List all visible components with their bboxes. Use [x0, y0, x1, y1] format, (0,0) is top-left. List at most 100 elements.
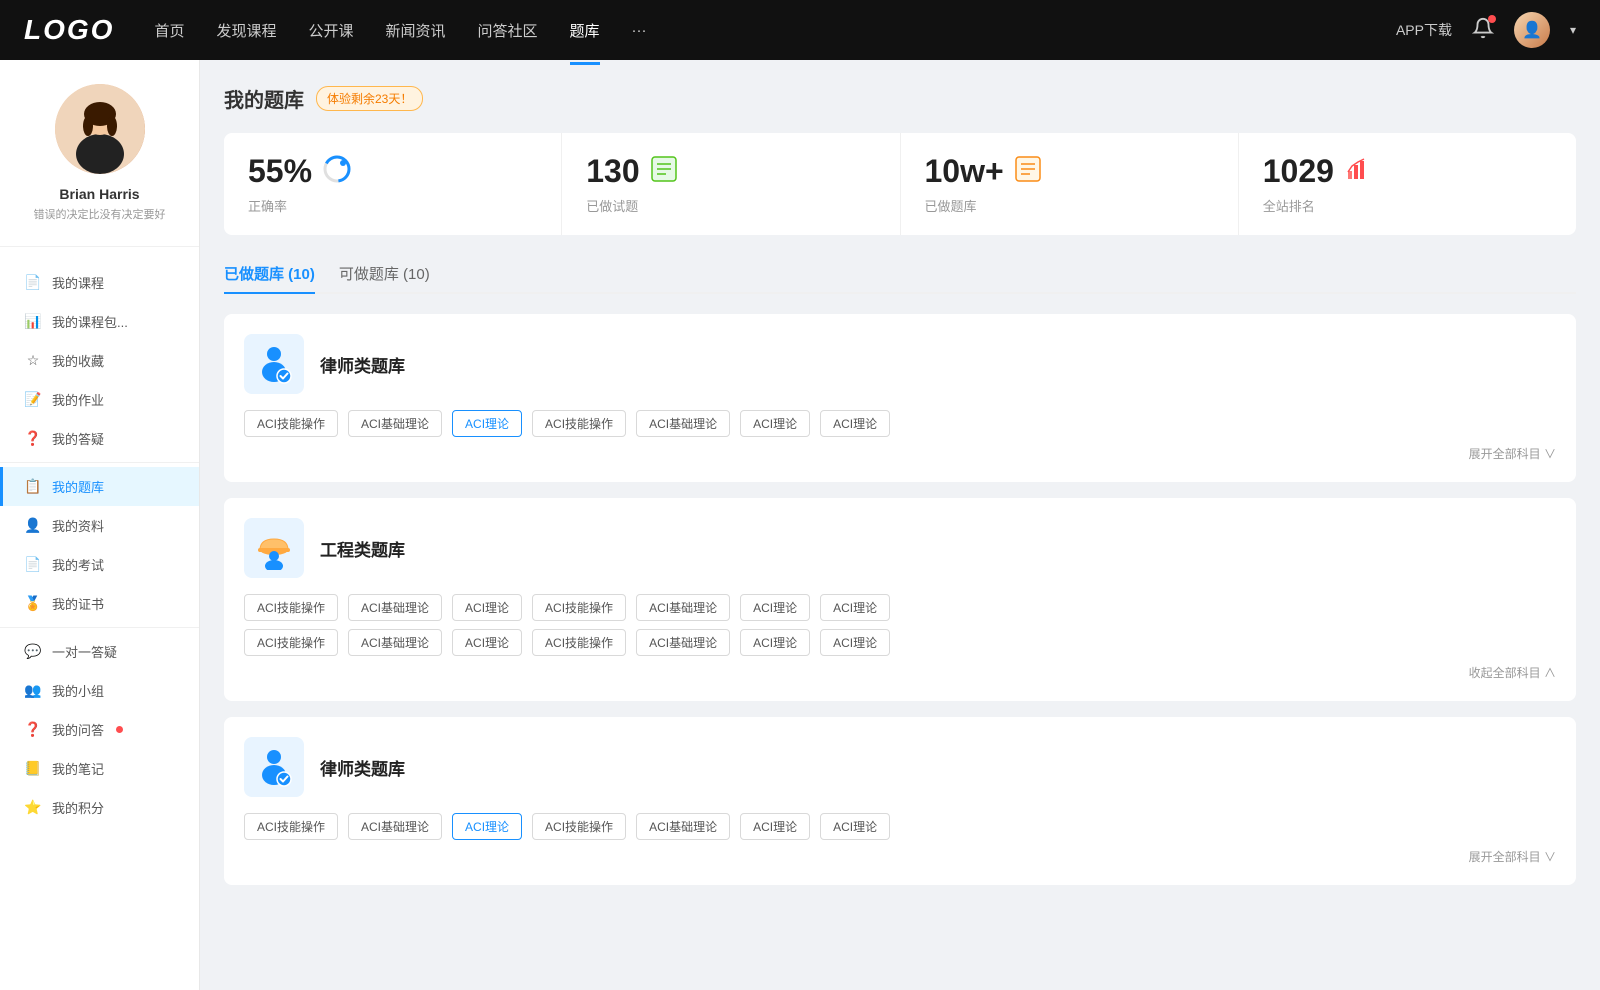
tag-3-6[interactable]: ACI理论 — [820, 813, 890, 840]
sidebar-item-group[interactable]: 👥 我的小组 — [0, 671, 199, 710]
logo[interactable]: LOGO — [24, 14, 114, 46]
trial-badge: 体验剩余23天！ — [316, 86, 423, 111]
tag-2b-3[interactable]: ACI技能操作 — [532, 629, 626, 656]
tag-2a-4[interactable]: ACI基础理论 — [636, 594, 730, 621]
expand-link-1[interactable]: 展开全部科目 ∨ — [244, 445, 1556, 462]
tags-row-3: ACI技能操作 ACI基础理论 ACI理论 ACI技能操作 ACI基础理论 AC… — [244, 813, 1556, 840]
main-content: 我的题库 体验剩余23天！ 55% 正确率 — [200, 60, 1600, 990]
tag-1-3[interactable]: ACI技能操作 — [532, 410, 626, 437]
user-dropdown-arrow[interactable]: ▾ — [1570, 23, 1576, 37]
my-qa-icon: ❓ — [24, 721, 42, 738]
tag-2a-1[interactable]: ACI基础理论 — [348, 594, 442, 621]
sidebar-username: Brian Harris — [59, 186, 139, 202]
divider-2 — [0, 627, 199, 628]
tag-2b-6[interactable]: ACI理论 — [820, 629, 890, 656]
tag-2a-0[interactable]: ACI技能操作 — [244, 594, 338, 621]
sidebar-item-label: 我的资料 — [52, 516, 104, 535]
sidebar-item-my-qa[interactable]: ❓ 我的问答 — [0, 710, 199, 749]
sidebar-item-label: 我的课程包... — [52, 312, 128, 331]
ranking-icon — [1344, 155, 1372, 189]
card-header-3: 律师类题库 — [244, 737, 1556, 797]
sidebar-item-homework[interactable]: 📝 我的作业 — [0, 380, 199, 419]
tag-1-6[interactable]: ACI理论 — [820, 410, 890, 437]
stat-accuracy-label: 正确率 — [248, 196, 537, 215]
sidebar-profile: Brian Harris 错误的决定比没有决定要好 — [0, 84, 199, 247]
tag-3-0[interactable]: ACI技能操作 — [244, 813, 338, 840]
collapse-link-2[interactable]: 收起全部科目 ∧ — [244, 664, 1556, 681]
tag-2a-6[interactable]: ACI理论 — [820, 594, 890, 621]
bank-card-lawyer-1: 律师类题库 ACI技能操作 ACI基础理论 ACI理论 ACI技能操作 ACI基… — [224, 314, 1576, 482]
sidebar-item-qa[interactable]: ❓ 我的答疑 — [0, 419, 199, 458]
nav-links: 首页 发现课程 公开课 新闻资讯 问答社区 题库 ··· — [154, 16, 1396, 45]
app-download-link[interactable]: APP下载 — [1396, 20, 1452, 40]
tag-2a-3[interactable]: ACI技能操作 — [532, 594, 626, 621]
sidebar-menu: 📄 我的课程 📊 我的课程包... ☆ 我的收藏 📝 我的作业 ❓ 我的答疑 � — [0, 263, 199, 827]
card-title-3: 律师类题库 — [320, 755, 405, 780]
stat-done-banks: 10w+ 已做题库 — [901, 133, 1239, 235]
navbar-right: APP下载 👤 ▾ — [1396, 12, 1576, 48]
sidebar: Brian Harris 错误的决定比没有决定要好 📄 我的课程 📊 我的课程包… — [0, 60, 200, 990]
nav-public-course[interactable]: 公开课 — [308, 16, 353, 45]
stat-banks-value: 10w+ — [925, 153, 1004, 190]
nav-discover[interactable]: 发现课程 — [216, 16, 276, 45]
sidebar-item-course-package[interactable]: 📊 我的课程包... — [0, 302, 199, 341]
card-title-2: 工程类题库 — [320, 536, 405, 561]
one-on-one-icon: 💬 — [24, 643, 42, 660]
favorites-icon: ☆ — [24, 352, 42, 369]
sidebar-item-one-on-one[interactable]: 💬 一对一答疑 — [0, 632, 199, 671]
stat-accuracy-value: 55% — [248, 153, 312, 190]
tag-3-3[interactable]: ACI技能操作 — [532, 813, 626, 840]
tag-1-1[interactable]: ACI基础理论 — [348, 410, 442, 437]
nav-qa[interactable]: 问答社区 — [478, 16, 538, 45]
sidebar-item-question-bank[interactable]: 📋 我的题库 — [0, 467, 199, 506]
page-title: 我的题库 — [224, 84, 304, 113]
points-icon: ⭐ — [24, 799, 42, 816]
nav-more[interactable]: ··· — [632, 18, 647, 43]
card-header-1: 律师类题库 — [244, 334, 1556, 394]
sidebar-item-certificate[interactable]: 🏅 我的证书 — [0, 584, 199, 623]
tag-1-5[interactable]: ACI理论 — [740, 410, 810, 437]
sidebar-item-notes[interactable]: 📒 我的笔记 — [0, 749, 199, 788]
tag-2b-5[interactable]: ACI理论 — [740, 629, 810, 656]
stat-ranking-label: 全站排名 — [1263, 196, 1552, 215]
navbar: LOGO 首页 发现课程 公开课 新闻资讯 问答社区 题库 ··· APP下载 … — [0, 0, 1600, 60]
stat-ranking-value: 1029 — [1263, 153, 1334, 190]
sidebar-item-label: 我的小组 — [52, 681, 104, 700]
tags-row-2a: ACI技能操作 ACI基础理论 ACI理论 ACI技能操作 ACI基础理论 AC… — [244, 594, 1556, 621]
tag-3-2[interactable]: ACI理论 — [452, 813, 522, 840]
tag-3-5[interactable]: ACI理论 — [740, 813, 810, 840]
avatar — [55, 84, 145, 174]
nav-question-bank[interactable]: 题库 — [570, 16, 600, 45]
stat-done-questions: 130 已做试题 — [562, 133, 900, 235]
tab-done-banks[interactable]: 已做题库 (10) — [224, 255, 315, 292]
sidebar-item-my-courses[interactable]: 📄 我的课程 — [0, 263, 199, 302]
sidebar-item-label: 我的收藏 — [52, 351, 104, 370]
expand-link-3[interactable]: 展开全部科目 ∨ — [244, 848, 1556, 865]
tag-2a-5[interactable]: ACI理论 — [740, 594, 810, 621]
sidebar-item-label: 我的考试 — [52, 555, 104, 574]
qa-red-dot — [116, 726, 123, 733]
qa-icon: ❓ — [24, 430, 42, 447]
sidebar-item-profile[interactable]: 👤 我的资料 — [0, 506, 199, 545]
tag-1-0[interactable]: ACI技能操作 — [244, 410, 338, 437]
user-avatar-nav[interactable]: 👤 — [1514, 12, 1550, 48]
lawyer-icon-2 — [244, 737, 304, 797]
nav-news[interactable]: 新闻资讯 — [386, 16, 446, 45]
tag-1-2[interactable]: ACI理论 — [452, 410, 522, 437]
tag-1-4[interactable]: ACI基础理论 — [636, 410, 730, 437]
tab-available-banks[interactable]: 可做题库 (10) — [339, 255, 430, 292]
tag-2b-4[interactable]: ACI基础理论 — [636, 629, 730, 656]
tag-3-1[interactable]: ACI基础理论 — [348, 813, 442, 840]
tag-3-4[interactable]: ACI基础理论 — [636, 813, 730, 840]
sidebar-item-points[interactable]: ⭐ 我的积分 — [0, 788, 199, 827]
tag-2a-2[interactable]: ACI理论 — [452, 594, 522, 621]
stat-top-4: 1029 — [1263, 153, 1552, 190]
nav-home[interactable]: 首页 — [154, 16, 184, 45]
lawyer-icon — [244, 334, 304, 394]
tag-2b-2[interactable]: ACI理论 — [452, 629, 522, 656]
tag-2b-0[interactable]: ACI技能操作 — [244, 629, 338, 656]
notification-button[interactable] — [1472, 17, 1494, 44]
sidebar-item-favorites[interactable]: ☆ 我的收藏 — [0, 341, 199, 380]
tag-2b-1[interactable]: ACI基础理论 — [348, 629, 442, 656]
sidebar-item-exam[interactable]: 📄 我的考试 — [0, 545, 199, 584]
